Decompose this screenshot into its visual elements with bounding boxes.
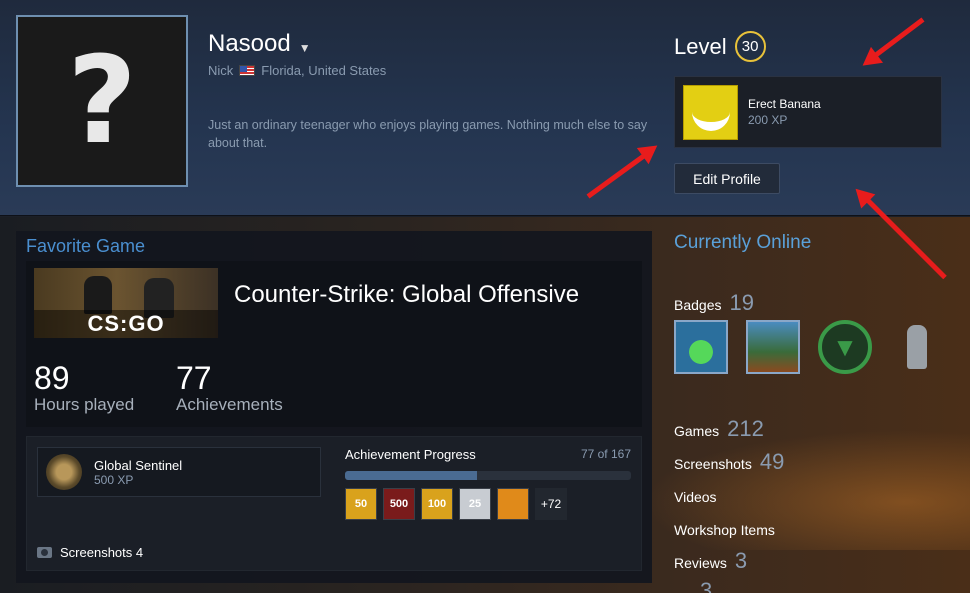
badges-label: Badges (674, 297, 722, 313)
workshop-link[interactable]: Workshop Items (674, 522, 775, 538)
more-achievements-button[interactable]: +72 (535, 488, 567, 520)
rarest-achievement-name: Global Sentinel (94, 457, 183, 473)
achievements-label: Achievements (176, 395, 283, 414)
achievement-icon-label: 500 (389, 498, 409, 510)
hours-played-value: 89 (34, 360, 70, 396)
level-badge[interactable]: 30 (734, 31, 766, 62)
avatar[interactable]: ? (16, 15, 188, 187)
badges-link[interactable]: Badges 19 (674, 290, 754, 316)
favorite-game-title: Favorite Game (26, 236, 146, 256)
achievement-icon[interactable]: 500 (383, 488, 415, 520)
slime-badge-icon[interactable] (674, 320, 728, 374)
chevron-down-icon[interactable]: ▼ (299, 41, 311, 55)
banana-badge-icon (683, 84, 738, 140)
achievement-progress-title: Achievement Progress (345, 447, 476, 462)
chevron-badge-icon[interactable]: ▼ (818, 320, 872, 374)
achievements-stat[interactable]: 77 Achievements (176, 361, 283, 415)
bomb-badge-icon[interactable] (890, 320, 944, 374)
us-flag-icon (239, 65, 256, 76)
guides-count: 3 (700, 578, 713, 593)
featured-badge[interactable]: Erect Banana 200 XP (674, 76, 942, 148)
achievement-icon-label: 25 (468, 498, 482, 510)
real-name: Nick (208, 63, 234, 78)
achievement-icon[interactable]: 100 (421, 488, 453, 520)
favorite-game-panel: Favorite Game CS:GO Counter-Strike: Glob… (16, 231, 652, 583)
achievement-icon[interactable]: 25 (459, 488, 491, 520)
reviews-count: 3 (734, 548, 748, 573)
hours-played-label: Hours played (34, 395, 135, 414)
rarest-achievement-xp: 500 XP (94, 472, 134, 487)
rarest-achievement[interactable]: Global Sentinel 500 XP (37, 447, 321, 497)
persona-name[interactable]: Nasood ▼ (208, 30, 311, 58)
level-display: Level 30 (674, 31, 766, 62)
favorite-game-area: CS:GO Counter-Strike: Global Offensive 8… (26, 261, 642, 427)
profile-sub-info: Nick Florida, United States (208, 63, 386, 78)
achievements-value: 77 (176, 360, 212, 396)
achievement-progress-count: 77 of 167 (580, 447, 631, 461)
profile-header: ? Nasood ▼ Nick Florida, United States J… (0, 0, 970, 216)
games-label: Games (674, 423, 720, 439)
hours-played-stat: 89 Hours played (34, 361, 134, 415)
badges-count: 19 (729, 290, 754, 315)
screenshots-link-label: Screenshots 4 (60, 545, 144, 560)
screenshots-nav-link[interactable]: Screenshots 49 (674, 449, 784, 475)
badges-showcase: ▼ (674, 320, 944, 374)
screenshots-nav-count: 49 (759, 449, 785, 474)
edit-profile-button[interactable]: Edit Profile (674, 163, 780, 194)
screenshots-link[interactable]: Screenshots 4 (37, 545, 143, 560)
camera-icon (37, 547, 52, 558)
reviews-link[interactable]: Reviews 3 (674, 548, 747, 574)
achievement-progress-bar (345, 471, 631, 480)
games-link[interactable]: Games 212 (674, 416, 764, 442)
achievement-icon[interactable] (497, 488, 529, 520)
location: Florida, United States (261, 63, 387, 78)
screenshots-nav-label: Screenshots (674, 456, 752, 472)
achievement-icon[interactable]: 50 (345, 488, 377, 520)
online-status: Currently Online (674, 232, 812, 253)
workshop-label: Workshop Items (674, 522, 775, 538)
achievement-showcase: Global Sentinel 500 XP Achievement Progr… (26, 436, 642, 571)
avatar-placeholder-icon: ? (67, 31, 137, 171)
game-capsule[interactable]: CS:GO (34, 268, 218, 338)
achievement-progress-fill (345, 471, 477, 480)
reviews-label: Reviews (674, 555, 727, 571)
level-label: Level (674, 33, 727, 59)
persona-name-text: Nasood (208, 30, 291, 57)
achievement-icons-row: 50 500 100 25 +72 (345, 488, 567, 520)
forest-badge-icon[interactable] (746, 320, 800, 374)
videos-label: Videos (674, 489, 717, 505)
games-count: 212 (727, 416, 764, 441)
profile-summary: Just an ordinary teenager who enjoys pla… (208, 118, 648, 150)
guides-link[interactable]: 3 (700, 578, 712, 593)
achievement-icon-label: 100 (427, 498, 447, 510)
achievement-icon-label: 50 (354, 498, 368, 510)
game-name[interactable]: Counter-Strike: Global Offensive (234, 281, 579, 309)
soldier-silhouette-icon (84, 276, 112, 314)
featured-badge-xp: 200 XP (748, 113, 788, 127)
game-logo: CS:GO (34, 310, 218, 338)
global-sentinel-icon (46, 454, 82, 490)
videos-link[interactable]: Videos (674, 489, 717, 505)
featured-badge-name: Erect Banana (748, 97, 821, 111)
